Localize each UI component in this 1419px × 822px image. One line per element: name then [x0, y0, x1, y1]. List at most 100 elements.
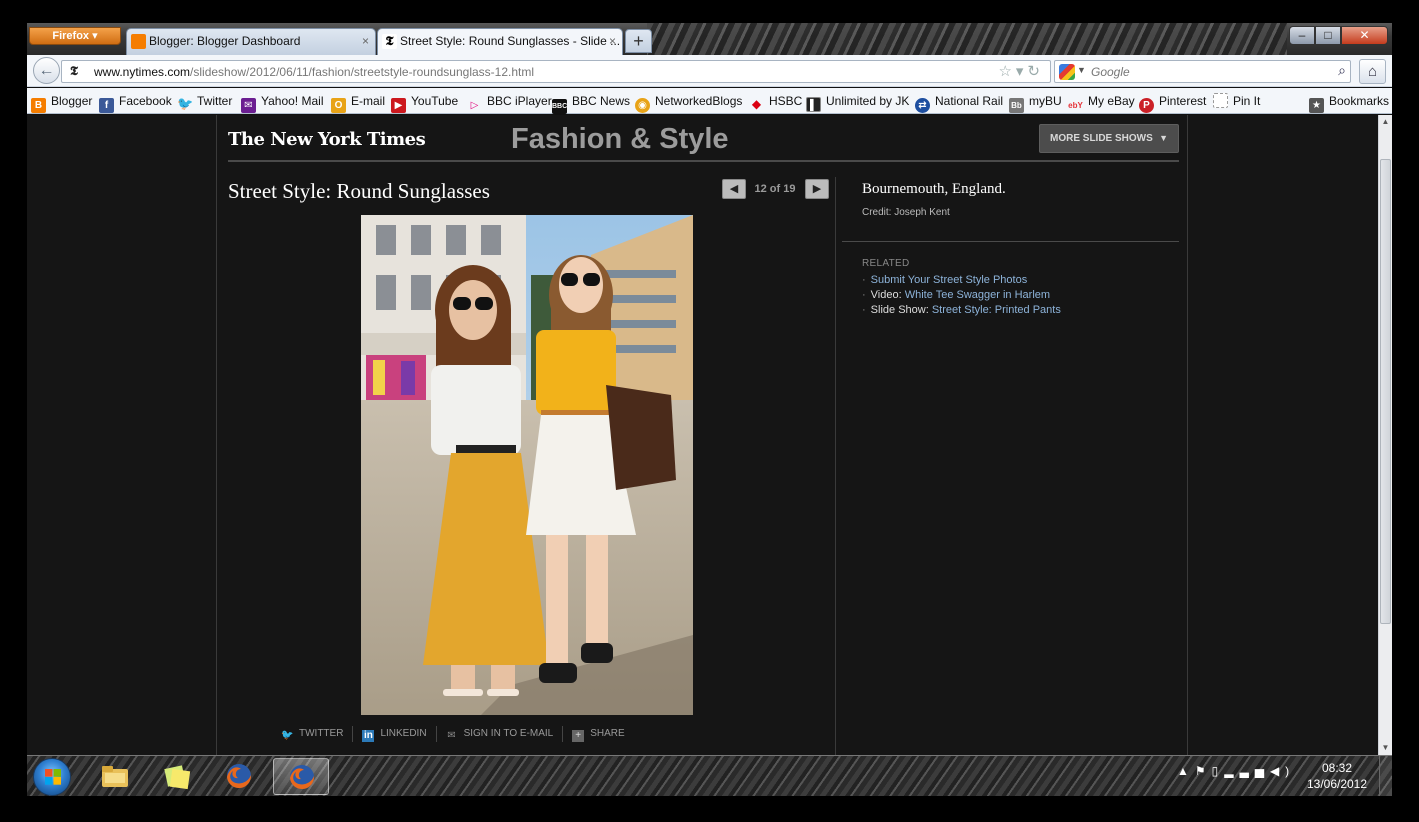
tab-close-button[interactable]: ×	[362, 29, 369, 54]
yahoo-mail-icon: ✉	[241, 98, 256, 113]
youtube-icon: ▶	[391, 98, 406, 113]
start-button[interactable]	[33, 758, 71, 796]
related-item: · Slide Show: Street Style: Printed Pants	[862, 304, 1061, 316]
related-link[interactable]: Submit Your Street Style Photos	[871, 274, 1028, 286]
bookmark-facebook[interactable]: f Facebook	[99, 93, 172, 113]
national-rail-icon: ⇄	[915, 98, 930, 113]
bbc-iplayer-icon: ▷	[470, 100, 479, 111]
search-icon[interactable]: ⌕	[1338, 62, 1346, 79]
related-link[interactable]: White Tee Swagger in Harlem	[905, 289, 1050, 301]
bookmark-my-ebay[interactable]: ebY My eBay	[1068, 93, 1135, 113]
reload-icon[interactable]: ↻	[1027, 63, 1044, 80]
google-icon[interactable]	[1059, 64, 1075, 80]
url-text: www.nytimes.com/slideshow/2012/06/11/fas…	[94, 65, 535, 79]
next-slide-button[interactable]: ▶	[805, 179, 829, 199]
scrollbar-thumb[interactable]	[1380, 159, 1391, 624]
divider	[228, 160, 1179, 162]
share-toolbar: 🐦 TWITTER in LINKEDIN ✉ SIGN IN TO E-MAIL + SHA…	[272, 725, 634, 745]
firefox-icon	[290, 765, 315, 790]
navigation-toolbar: ← 𝕿 www.nytimes.com/slideshow/2012/06/11…	[27, 55, 1392, 87]
site-identity-icon: 𝕿	[70, 64, 78, 79]
folder-icon	[102, 766, 128, 787]
scroll-down-icon[interactable]: ▼	[1379, 741, 1392, 755]
tab-blogger-dashboard[interactable]: Blogger: Blogger Dashboard ×	[126, 28, 376, 55]
bookmark-pinterest[interactable]: P Pinterest	[1139, 93, 1206, 113]
windows-logo-icon	[45, 769, 61, 785]
mybu-icon: Bb	[1009, 98, 1024, 113]
tab-close-button[interactable]: ×	[609, 29, 616, 54]
section-title[interactable]: Fashion & Style	[511, 123, 729, 156]
column-divider	[835, 177, 836, 755]
close-window-button[interactable]: ✕	[1341, 26, 1388, 45]
action-center-icon[interactable]: ⚑	[1195, 764, 1212, 778]
clock-date: 13/06/2012	[1306, 777, 1368, 791]
chevron-right-icon: ▶	[812, 183, 822, 195]
bookmark-networkedblogs[interactable]: ◉ NetworkedBlogs	[635, 93, 742, 113]
search-bar[interactable]: ▼ Google ⌕	[1054, 60, 1351, 83]
nyt-favicon-icon: 𝕿	[382, 34, 397, 49]
bookmark-pin-it[interactable]: Pin It	[1213, 93, 1260, 109]
taskbar-firefox-active[interactable]	[273, 758, 329, 795]
nyt-logo[interactable]: The New York Times	[228, 129, 426, 150]
hsbc-icon: ◆	[751, 97, 762, 111]
twitter-icon: 🐦	[281, 730, 294, 741]
bookmark-national-rail[interactable]: ⇄ National Rail	[915, 93, 1003, 113]
related-item: · Video: White Tee Swagger in Harlem	[862, 289, 1051, 301]
firefox-icon	[227, 764, 252, 789]
bookmark-hsbc[interactable]: ◆ HSBC	[749, 93, 802, 112]
bookmarks-toolbar: B Blogger f Facebook 🐦 Twitter ✉ Yahoo! Mail…	[27, 88, 1392, 114]
new-tab-button[interactable]: +	[625, 29, 652, 53]
show-desktop-button[interactable]	[1379, 756, 1392, 796]
tab-street-style[interactable]: 𝕿 Street Style: Round Sunglasses - Slide…	[377, 28, 623, 55]
search-input[interactable]: Google	[1091, 65, 1130, 79]
dropdown-icon[interactable]: ▾	[1016, 63, 1028, 80]
address-bar[interactable]: 𝕿 www.nytimes.com/slideshow/2012/06/11/f…	[61, 60, 1051, 83]
bookmark-email[interactable]: O E-mail	[331, 93, 385, 113]
network-signal-icon[interactable]: ▂▃▅	[1224, 764, 1270, 778]
share-email-button[interactable]: ✉ SIGN IN TO E-MAIL	[437, 726, 564, 742]
taskbar-explorer[interactable]	[87, 758, 143, 795]
pinterest-icon: P	[1139, 98, 1154, 113]
bookmarks-menu-button[interactable]: ★ Bookmarks	[1309, 93, 1389, 113]
divider	[842, 241, 1179, 242]
bookmark-youtube[interactable]: ▶ YouTube	[391, 93, 458, 113]
tab-title: Blogger: Blogger Dashboard	[149, 34, 301, 48]
maximize-button[interactable]: □	[1315, 26, 1341, 45]
street-style-photo	[361, 215, 693, 715]
battery-icon[interactable]: ▯	[1212, 764, 1225, 778]
previous-slide-button[interactable]: ◀	[722, 179, 746, 199]
share-linkedin-button[interactable]: in LINKEDIN	[353, 726, 437, 742]
slide-photo[interactable]	[361, 215, 693, 715]
share-twitter-button[interactable]: 🐦 TWITTER	[272, 726, 354, 742]
taskbar-firefox[interactable]	[211, 758, 267, 795]
firefox-menu-button[interactable]: Firefox ▾	[29, 27, 121, 45]
bookmark-star-icon[interactable]: ☆	[998, 63, 1015, 80]
email-icon: O	[331, 98, 346, 113]
windows-taskbar: ▲⚑▯▂▃▅◀) 08:32 13/06/2012	[27, 755, 1392, 796]
page-scrollbar[interactable]: ▲ ▼	[1378, 115, 1392, 755]
taskbar-sticky-notes[interactable]	[149, 758, 205, 795]
more-slide-shows-button[interactable]: MORE SLIDE SHOWS ▼	[1039, 124, 1179, 153]
bookmark-bbc-iplayer[interactable]: ▷ BBC iPlayer	[467, 93, 552, 113]
search-engine-dropdown-icon[interactable]: ▼	[1077, 65, 1086, 75]
share-more-button[interactable]: + SHARE	[563, 726, 633, 742]
home-button[interactable]: ⌂	[1359, 59, 1386, 84]
bookmark-blogger[interactable]: B Blogger	[31, 93, 92, 113]
scroll-up-icon[interactable]: ▲	[1379, 115, 1392, 129]
minimize-button[interactable]: –	[1289, 26, 1315, 45]
back-button[interactable]: ←	[33, 57, 60, 84]
bookmark-bbc-news[interactable]: BBC BBC News	[552, 93, 630, 114]
bookmark-twitter[interactable]: 🐦 Twitter	[177, 93, 232, 111]
bookmark-mybu[interactable]: Bb myBU	[1009, 93, 1062, 113]
slide-counter: 12 of 19	[754, 183, 796, 195]
volume-icon[interactable]: ◀)	[1270, 764, 1295, 778]
system-clock[interactable]: 08:32 13/06/2012	[1297, 760, 1377, 792]
bookmark-yahoo-mail[interactable]: ✉ Yahoo! Mail	[241, 93, 323, 113]
system-tray: ▲⚑▯▂▃▅◀)	[1177, 764, 1295, 778]
related-link[interactable]: Street Style: Printed Pants	[932, 304, 1061, 316]
bookmarks-star-icon: ★	[1309, 98, 1324, 113]
show-hidden-icons-icon[interactable]: ▲	[1177, 764, 1195, 778]
bookmark-unlimited-by-jk[interactable]: ▌ Unlimited by JK	[806, 93, 909, 112]
titlebar-background	[647, 23, 1287, 55]
desktop-screen: Firefox ▾ Blogger: Blogger Dashboard × 𝕿…	[27, 23, 1392, 796]
